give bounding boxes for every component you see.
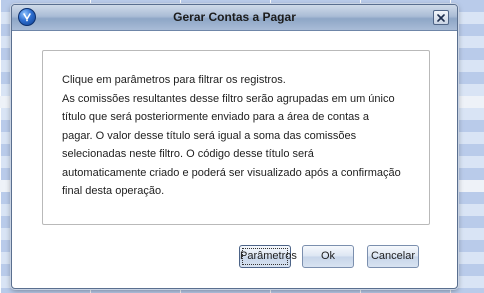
message-line: selecionadas neste filtro. O código dess… [62,148,314,160]
title-bar[interactable]: Gerar Contas a Pagar [12,5,457,31]
close-icon [437,14,445,22]
message-line: As comissões resultantes desse filtro se… [62,92,395,105]
message-line: Clique em parâmetros para filtrar os reg… [62,74,286,86]
parameters-button[interactable]: Parâmetros [239,245,297,268]
message-text: Clique em parâmetros para filtrar os reg… [62,71,422,201]
message-line: final desta operação. [62,185,165,197]
message-line: automaticamente criado e poderá ser visu… [62,166,401,179]
cancel-button[interactable]: Cancelar [367,245,419,268]
message-line: pagar. O valor desse título será igual a… [62,129,357,142]
dialog-title: Gerar Contas a Pagar [173,10,296,24]
close-button[interactable] [433,10,449,25]
dialog-window: Gerar Contas a Pagar Clique em parâmetro… [11,4,458,289]
ok-button[interactable]: Ok [302,245,354,268]
message-panel: Clique em parâmetros para filtrar os reg… [42,50,430,225]
message-line: título que será posteriormente enviado p… [62,111,369,123]
